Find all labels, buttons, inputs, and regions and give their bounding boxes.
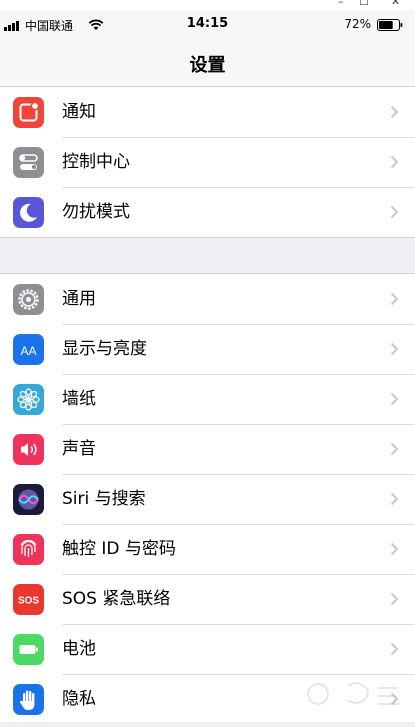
settings-row-label: 通用: [62, 289, 96, 309]
settings-row-label: 触控 ID 与密码: [62, 539, 176, 559]
settings-row-do-not-disturb[interactable]: 勿扰模式: [0, 187, 415, 237]
settings-row-control-center[interactable]: 控制中心: [0, 137, 415, 187]
battery-icon: [377, 19, 403, 31]
settings-row-label: 电池: [62, 639, 96, 659]
chevron-right-icon: [390, 442, 399, 456]
chevron-right-icon: [390, 392, 399, 406]
status-bar: 中国联通 14:15 72%: [0, 10, 415, 40]
settings-row-label: SOS 紧急联络: [62, 589, 171, 609]
chevron-right-icon: [390, 642, 399, 656]
fingerprint-icon: [13, 534, 44, 565]
sos-icon-text: SOS: [18, 596, 39, 607]
control-center-icon: [13, 147, 44, 178]
bottom-edge: [0, 722, 415, 727]
hand-icon: [13, 684, 44, 715]
chevron-right-icon: [390, 205, 399, 219]
settings-row-battery[interactable]: 电池: [0, 624, 415, 674]
settings-row-label: 勿扰模式: [62, 202, 130, 222]
gear-icon: [13, 284, 44, 315]
settings-row-notifications[interactable]: 通知: [0, 87, 415, 137]
settings-row-wallpaper[interactable]: 墙纸: [0, 374, 415, 424]
window-controls: – ☐ ✕: [0, 0, 415, 10]
settings-row-label: 声音: [62, 439, 96, 459]
battery-percent: 72%: [344, 17, 371, 31]
settings-row-label: 隐私: [62, 689, 96, 709]
chevron-right-icon: [390, 105, 399, 119]
maximize-icon[interactable]: ☐: [359, 0, 369, 8]
watermark-logo: [307, 682, 400, 705]
chevron-right-icon: [390, 492, 399, 506]
moon-icon: [13, 197, 44, 228]
settings-row-sounds[interactable]: 声音: [0, 424, 415, 474]
display-brightness-icon-text: AA: [20, 344, 36, 358]
chevron-right-icon: [390, 592, 399, 606]
close-icon[interactable]: ✕: [391, 0, 400, 8]
settings-row-siri-search[interactable]: Siri 与搜索: [0, 474, 415, 524]
chevron-right-icon: [390, 342, 399, 356]
display-brightness-icon: AA: [13, 334, 44, 365]
page-title: 设置: [189, 55, 226, 76]
battery-icon: [13, 634, 44, 665]
settings-row-general[interactable]: 通用: [0, 274, 415, 324]
sos-icon: SOS: [13, 584, 44, 615]
speaker-icon: [13, 434, 44, 465]
settings-row-label: Siri 与搜索: [62, 489, 146, 509]
notifications-icon: [13, 97, 44, 128]
settings-row-display-brightness[interactable]: AA 显示与亮度: [0, 324, 415, 374]
settings-row-label: 通知: [62, 102, 96, 122]
chevron-right-icon: [390, 292, 399, 306]
settings-group-2: 通用 AA 显示与亮度 墙纸 声音 Siri 与搜索 触控 ID 与密码 SOS…: [0, 273, 415, 725]
siri-icon: [13, 484, 44, 515]
settings-row-label: 控制中心: [62, 152, 130, 172]
navigation-bar: 设置: [0, 40, 415, 87]
settings-row-touch-id[interactable]: 触控 ID 与密码: [0, 524, 415, 574]
settings-row-emergency-sos[interactable]: SOS SOS 紧急联络: [0, 574, 415, 624]
settings-row-label: 墙纸: [62, 389, 96, 409]
minimize-icon[interactable]: –: [338, 0, 344, 8]
chevron-right-icon: [390, 155, 399, 169]
settings-row-label: 显示与亮度: [62, 339, 147, 359]
wallpaper-flower-icon: [13, 384, 44, 415]
settings-group-1: 通知 控制中心 勿扰模式: [0, 86, 415, 238]
chevron-right-icon: [390, 542, 399, 556]
